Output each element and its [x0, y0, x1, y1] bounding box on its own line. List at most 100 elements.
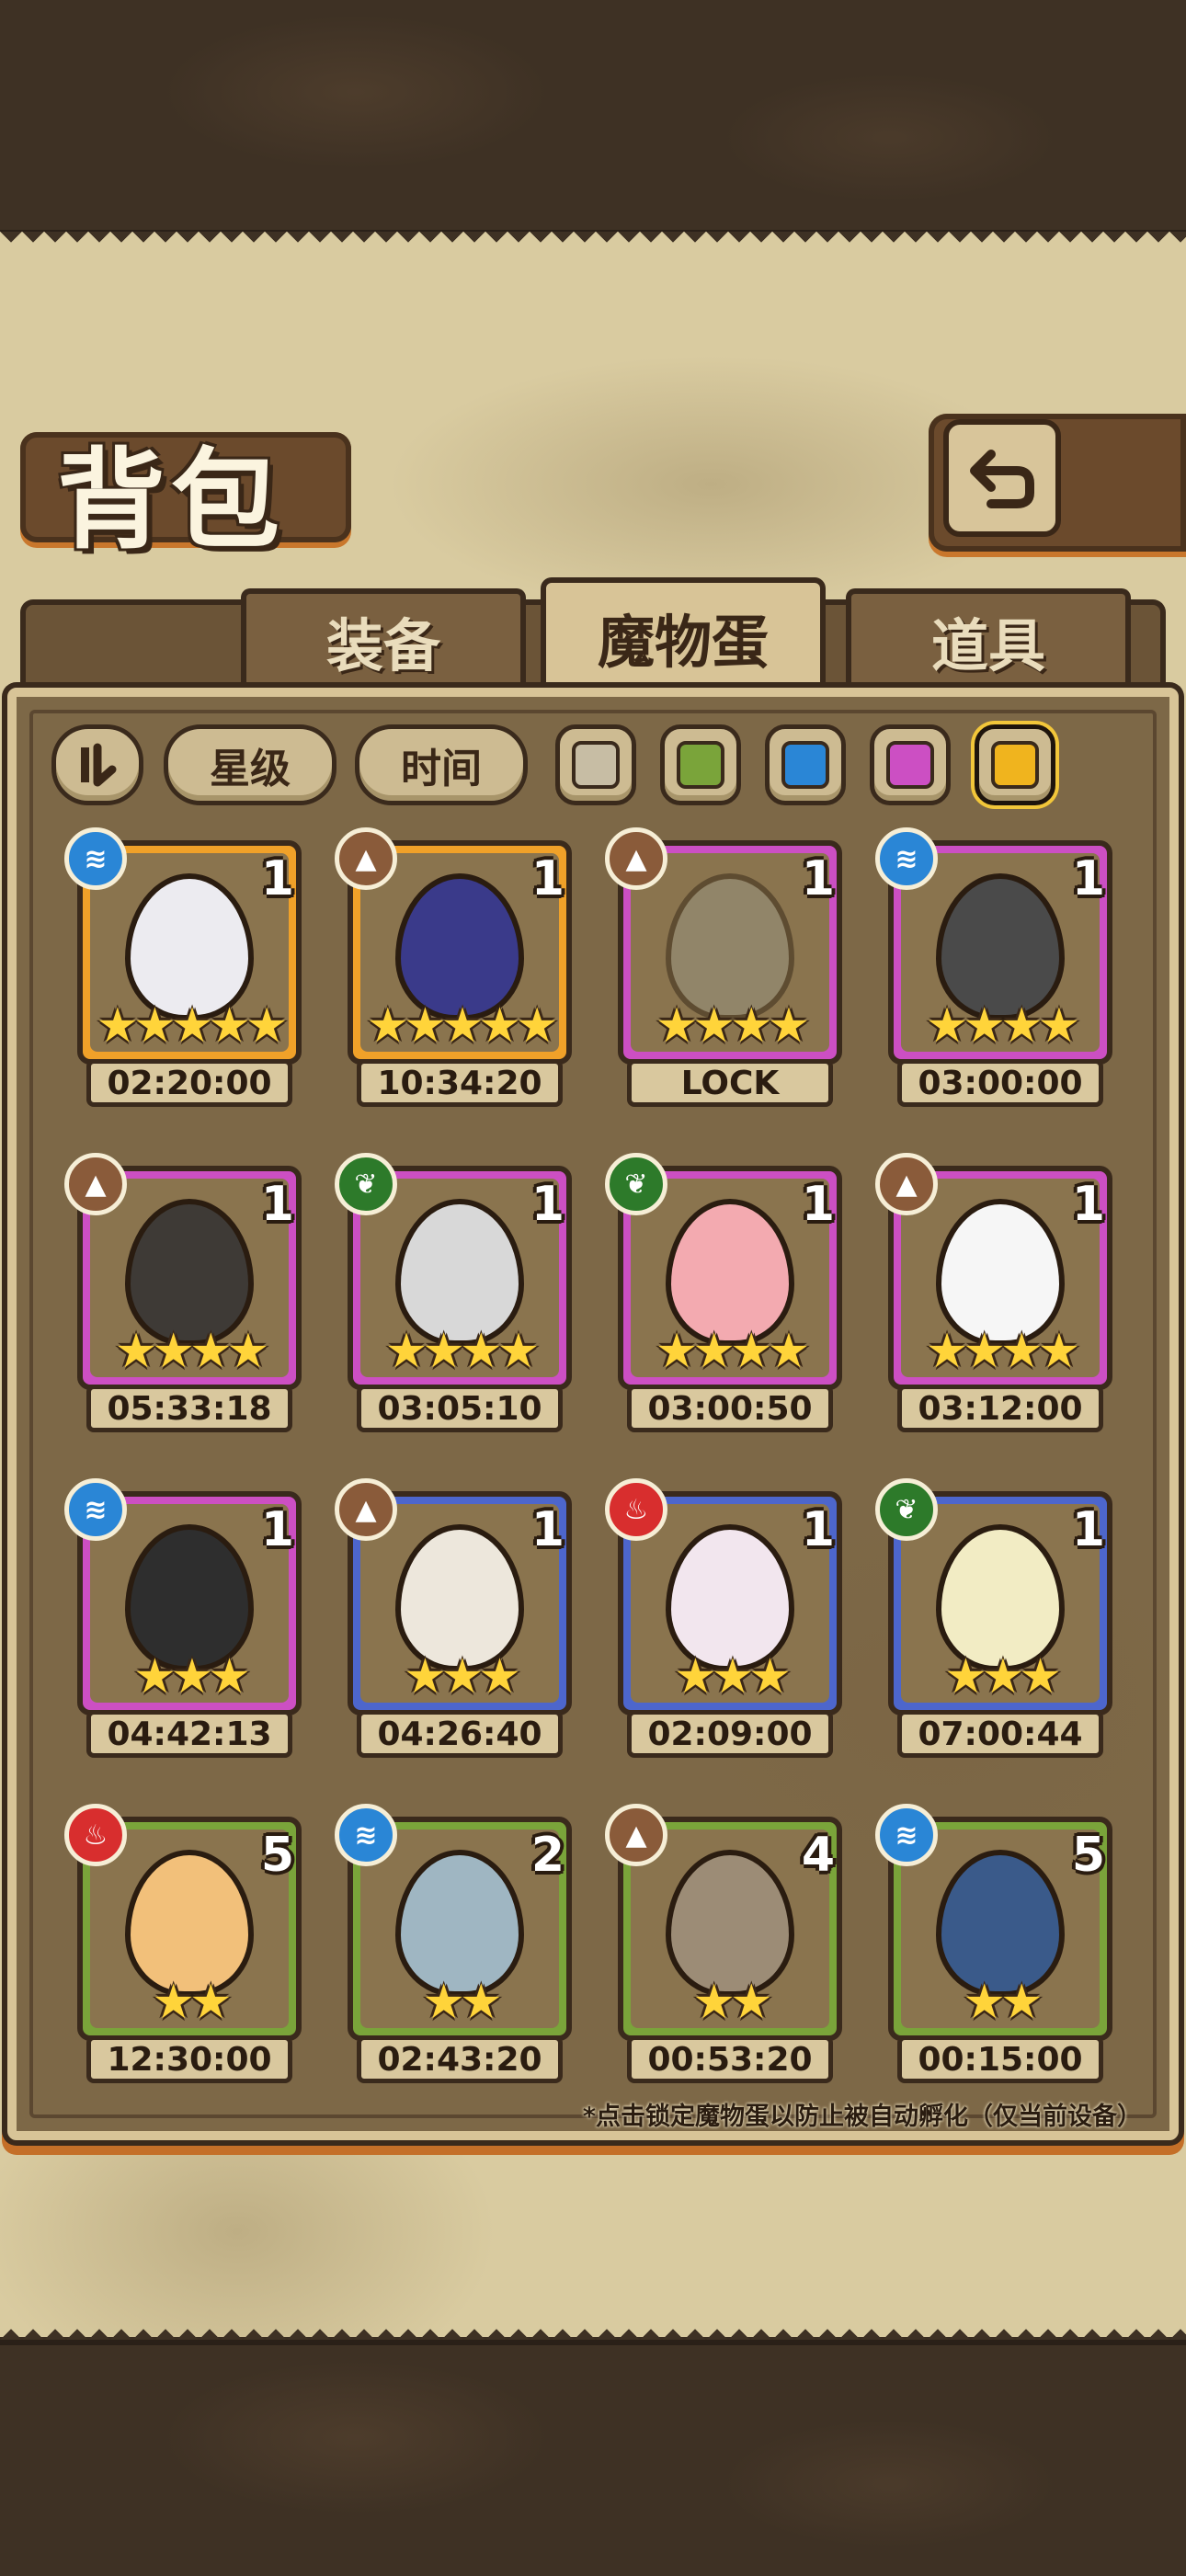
element-glyph: ▲	[355, 842, 377, 875]
star-rating: ★★★	[133, 1649, 251, 1704]
rarity-filter-gold[interactable]	[975, 724, 1055, 805]
egg-count: 1	[1071, 1502, 1105, 1557]
nature-element-icon: ❦	[335, 1153, 397, 1215]
water-element-icon: ≋	[64, 1478, 127, 1541]
element-glyph: ≋	[895, 842, 918, 875]
element-glyph: ▲	[85, 1168, 107, 1201]
color-chip-green	[677, 741, 724, 789]
nature-element-icon: ❦	[605, 1153, 667, 1215]
egg-slot[interactable]: ★★★ ▲ 1 04:26:40	[335, 1478, 577, 1767]
back-button[interactable]	[943, 419, 1061, 537]
rarity-filter-blue[interactable]	[765, 724, 846, 805]
hatch-timer: 04:26:40	[357, 1710, 563, 1758]
lock-hint-text: *点击锁定魔物蛋以防止被自动孵化（仅当前设备）	[582, 2103, 1142, 2131]
star-rating: ★★★★★	[366, 998, 558, 1054]
earth-element-icon: ▲	[335, 1478, 397, 1541]
rarity-filter-grey[interactable]	[555, 724, 636, 805]
egg-slot[interactable]: ★★★★ ▲ 1 LOCK	[605, 827, 848, 1116]
egg-slot[interactable]: ★★ ≋ 2 02:43:20	[335, 1804, 577, 2092]
hatch-timer: 02:09:00	[627, 1710, 833, 1758]
element-glyph: ≋	[895, 1818, 918, 1852]
tab-label: 魔物蛋	[597, 609, 769, 676]
tab-monster-eggs[interactable]: 魔物蛋	[541, 577, 826, 691]
star-rating: ★★	[963, 1975, 1043, 2030]
star-rating: ★★★	[404, 1649, 521, 1704]
star-rating: ★★★★★	[96, 998, 288, 1054]
hatch-timer: 03:05:10	[357, 1385, 563, 1432]
egg-slot[interactable]: ★★★★ ≋ 1 03:00:00	[875, 827, 1118, 1116]
tab-label: 道具	[930, 612, 1045, 679]
star-rating: ★★	[422, 1975, 502, 2030]
egg-count: 4	[801, 1828, 835, 1883]
back-arrow-icon	[970, 450, 1034, 508]
earth-element-icon: ▲	[335, 827, 397, 890]
torn-edge-top	[0, 232, 1186, 254]
color-chip-grey	[572, 741, 620, 789]
egg-count: 1	[260, 1177, 294, 1232]
earth-element-icon: ▲	[64, 1153, 127, 1215]
element-glyph: ♨	[623, 1493, 649, 1526]
hatch-timer: 00:15:00	[897, 2035, 1103, 2083]
egg-count: 1	[530, 851, 564, 906]
star-rating: ★★	[692, 1975, 772, 2030]
egg-count: 1	[530, 1502, 564, 1557]
tab-items[interactable]: 道具	[846, 588, 1131, 688]
sort-by-stars-label: 星级	[210, 746, 291, 792]
star-rating: ★★★★	[655, 998, 810, 1054]
sort-by-time-button[interactable]: 时间	[355, 724, 528, 805]
element-glyph: ≋	[354, 1818, 378, 1852]
egg-slot[interactable]: ★★ ▲ 4 00:53:20	[605, 1804, 848, 2092]
egg-count: 1	[801, 851, 835, 906]
bottom-map-band	[0, 2340, 1186, 2576]
egg-slot[interactable]: ★★ ≋ 5 00:15:00	[875, 1804, 1118, 2092]
hatch-timer: 04:42:13	[86, 1710, 292, 1758]
star-rating: ★★	[152, 1975, 232, 2030]
star-rating: ★★★★	[925, 998, 1080, 1054]
egg-slot[interactable]: ★★★★ ▲ 1 05:33:18	[64, 1153, 307, 1442]
element-glyph: ▲	[625, 1818, 647, 1852]
egg-count: 1	[260, 851, 294, 906]
color-chip-gold	[991, 741, 1039, 789]
rarity-filter-green[interactable]	[660, 724, 741, 805]
egg-count: 1	[1071, 851, 1105, 906]
hatch-timer: 03:00:50	[627, 1385, 833, 1432]
element-glyph: ▲	[625, 842, 647, 875]
hatch-timer: 02:20:00	[86, 1059, 292, 1107]
filter-row: 星级 时间	[51, 724, 1155, 805]
hatch-timer: 07:00:44	[897, 1710, 1103, 1758]
egg-slot[interactable]: ★★★★ ❦ 1 03:05:10	[335, 1153, 577, 1442]
sort-toggle-button[interactable]	[51, 724, 143, 805]
star-rating: ★★★★	[655, 1324, 810, 1379]
star-rating: ★★★★	[384, 1324, 540, 1379]
earth-element-icon: ▲	[875, 1153, 938, 1215]
hatch-timer: 05:33:18	[86, 1385, 292, 1432]
hatch-timer: 03:00:00	[897, 1059, 1103, 1107]
egg-slot[interactable]: ★★★ ≋ 1 04:42:13	[64, 1478, 307, 1767]
egg-slot[interactable]: ★★★★★ ▲ 1 10:34:20	[335, 827, 577, 1116]
water-element-icon: ≋	[875, 1804, 938, 1866]
star-rating: ★★★★	[925, 1324, 1080, 1379]
sort-by-stars-button[interactable]: 星级	[164, 724, 336, 805]
star-rating: ★★★★	[114, 1324, 269, 1379]
egg-slot[interactable]: ★★★ ♨ 1 02:09:00	[605, 1478, 848, 1767]
egg-slot[interactable]: ★★★★ ❦ 1 03:00:50	[605, 1153, 848, 1442]
torn-edge-bottom	[0, 2318, 1186, 2340]
egg-slot[interactable]: ★★★★★ ≋ 1 02:20:00	[64, 827, 307, 1116]
egg-count: 1	[530, 1177, 564, 1232]
egg-count: 1	[801, 1177, 835, 1232]
tab-equipment[interactable]: 装备	[241, 588, 526, 688]
egg-slot[interactable]: ★★★★ ▲ 1 03:12:00	[875, 1153, 1118, 1442]
top-map-band	[0, 0, 1186, 235]
element-glyph: ▲	[355, 1493, 377, 1526]
egg-count: 5	[260, 1828, 294, 1883]
tab-label: 装备	[325, 612, 440, 679]
hatch-timer: 00:53:20	[627, 2035, 833, 2083]
egg-slot[interactable]: ★★★ ❦ 1 07:00:44	[875, 1478, 1118, 1767]
egg-count: 2	[530, 1828, 564, 1883]
fire-element-icon: ♨	[605, 1478, 667, 1541]
egg-count: 1	[260, 1502, 294, 1557]
color-chip-blue	[781, 741, 829, 789]
egg-slot[interactable]: ★★ ♨ 5 12:30:00	[64, 1804, 307, 2092]
rarity-filter-pink[interactable]	[870, 724, 951, 805]
hatch-timer: 12:30:00	[86, 2035, 292, 2083]
